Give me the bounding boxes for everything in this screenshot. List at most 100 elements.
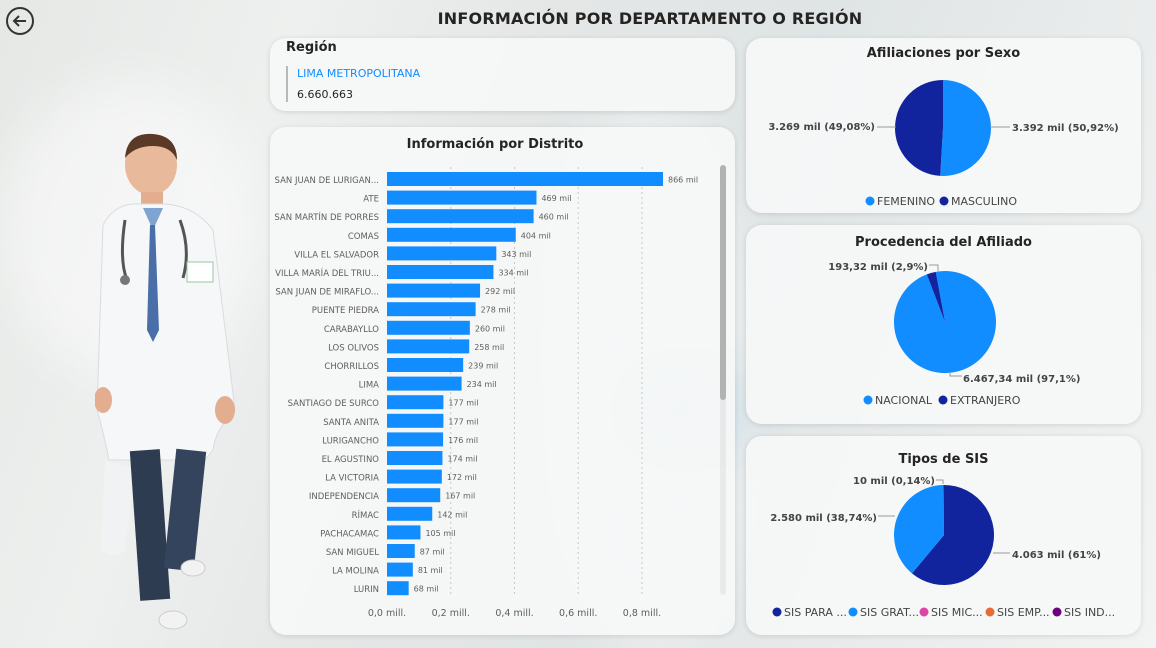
y-tick-label: CHORRILLOS <box>324 362 379 372</box>
y-tick-label: LA MOLINA <box>332 567 379 577</box>
region-name[interactable]: LIMA METROPOLITANA <box>297 67 420 80</box>
legend-label: MASCULINO <box>951 195 1017 208</box>
data-label: 234 mil <box>467 380 497 389</box>
bar <box>387 562 413 577</box>
data-label: 68 mil <box>414 585 439 594</box>
legend-marker <box>985 607 995 617</box>
sis-chart-card: Tipos de SIS 10 mil (0,14%) 2.580 mil (38… <box>746 436 1141 635</box>
y-tick-label: ATE <box>363 195 379 205</box>
y-tick-label: LURIGANCHO <box>322 436 379 446</box>
legend-label: EXTRANJERO <box>950 394 1021 407</box>
data-label: 4.063 mil (61%) <box>1012 550 1101 561</box>
bar <box>387 209 534 224</box>
y-tick-label: SANTA ANITA <box>323 418 379 428</box>
data-label: 866 mil <box>668 176 698 185</box>
back-button[interactable] <box>6 7 34 35</box>
data-label: 176 mil <box>448 436 478 445</box>
pie-slice <box>940 80 992 176</box>
data-label: 174 mil <box>447 455 477 464</box>
y-tick-label: CARABAYLLO <box>324 325 379 335</box>
data-label: 404 mil <box>521 231 551 240</box>
region-value: 6.660.663 <box>297 88 353 101</box>
data-label: 469 mil <box>541 194 571 203</box>
scrollbar-thumb[interactable] <box>720 165 726 400</box>
region-card: Región LIMA METROPOLITANA 6.660.663 <box>270 38 735 111</box>
bar <box>387 265 494 279</box>
y-tick-label: SAN MIGUEL <box>326 548 379 558</box>
bar <box>387 246 497 261</box>
legend-label: SIS EMP... <box>997 606 1050 619</box>
x-tick-label: 0,6 mill. <box>559 608 597 619</box>
data-label: 239 mil <box>468 362 498 371</box>
district-chart-card: Información por Distrito 0,0 mill. 0,2 mi… <box>270 127 735 635</box>
bar <box>387 320 470 335</box>
bar <box>387 525 421 540</box>
bar <box>387 358 464 372</box>
data-label: 81 mil <box>418 566 443 575</box>
data-label: 87 mil <box>420 548 445 557</box>
bar <box>387 469 442 484</box>
legend-marker <box>938 395 948 405</box>
y-tick-label: LIMA <box>359 381 380 391</box>
y-tick-label: SANTIAGO DE SURCO <box>288 399 380 409</box>
sex-chart-card: Afiliaciones por Sexo 3.392 mil (50,92%)… <box>746 38 1141 213</box>
legend-marker <box>939 196 949 206</box>
y-tick-label: EL AGUSTINO <box>322 455 380 465</box>
legend-marker <box>772 607 782 617</box>
y-tick-label: LURIN <box>354 585 379 595</box>
sex-pie-chart: 3.392 mil (50,92%) 3.269 mil (49,08%) FEME… <box>768 80 1119 208</box>
legend-marker <box>865 196 875 206</box>
leader-line <box>936 479 944 484</box>
data-label: 193,32 mil (2,9%) <box>828 262 928 273</box>
data-label: 2.580 mil (38,74%) <box>770 513 877 524</box>
legend-marker <box>863 395 873 405</box>
data-label: 142 mil <box>437 510 467 519</box>
data-label: 6.467,34 mil (97,1%) <box>963 374 1080 385</box>
legend-label: FEMENINO <box>877 195 935 208</box>
legend-marker <box>848 607 858 617</box>
data-label: 292 mil <box>485 287 515 296</box>
bar <box>387 339 470 354</box>
legend-label: SIS GRAT... <box>860 606 919 619</box>
data-label: 10 mil (0,14%) <box>853 476 935 487</box>
data-label: 167 mil <box>445 492 475 501</box>
data-label: 278 mil <box>481 306 511 315</box>
page-title: INFORMACIÓN POR DEPARTAMENTO O REGIÓN <box>437 9 863 28</box>
bar <box>387 302 476 317</box>
bar <box>387 376 462 391</box>
bar <box>387 432 444 447</box>
legend-marker <box>1052 607 1062 617</box>
y-tick-label: INDEPENDENCIA <box>309 492 379 502</box>
leader-line <box>949 372 962 377</box>
bar <box>387 395 444 410</box>
x-tick-label: 0,8 mill. <box>623 608 661 619</box>
y-tick-label: SAN JUAN DE MIRAFLO... <box>275 288 379 298</box>
data-label: 105 mil <box>425 529 455 538</box>
x-tick-label: 0,4 mill. <box>495 608 533 619</box>
y-tick-label: PUENTE PIEDRA <box>312 306 379 316</box>
bar <box>387 283 481 298</box>
data-label: 460 mil <box>539 213 569 222</box>
data-label: 258 mil <box>474 343 504 352</box>
slicer-bar <box>286 66 288 102</box>
district-bar-chart: 0,0 mill. 0,2 mill. 0,4 mill. 0,6 mill. 0,8 … <box>274 167 698 619</box>
bar <box>387 190 537 205</box>
data-label: 172 mil <box>447 473 477 482</box>
pie-slice <box>895 80 943 176</box>
legend-label: SIS MIC... <box>931 606 983 619</box>
data-label: 260 mil <box>475 324 505 333</box>
bar <box>387 172 663 186</box>
back-arrow-icon <box>12 15 26 27</box>
y-tick-label: PACHACAMAC <box>320 529 379 539</box>
legend-marker <box>919 607 929 617</box>
bar <box>387 227 516 242</box>
y-tick-label: RÍMAC <box>352 509 379 521</box>
bar <box>387 581 409 596</box>
leader-line <box>929 264 939 271</box>
y-tick-label: VILLA MARÍA DEL TRIU... <box>275 267 379 279</box>
data-label: 334 mil <box>498 269 528 278</box>
bar <box>387 544 415 558</box>
sis-pie-chart: 10 mil (0,14%) 2.580 mil (38,74%) 4.063 mi… <box>770 476 1115 619</box>
doctor-photo <box>95 133 236 630</box>
region-label: Región <box>286 40 337 55</box>
